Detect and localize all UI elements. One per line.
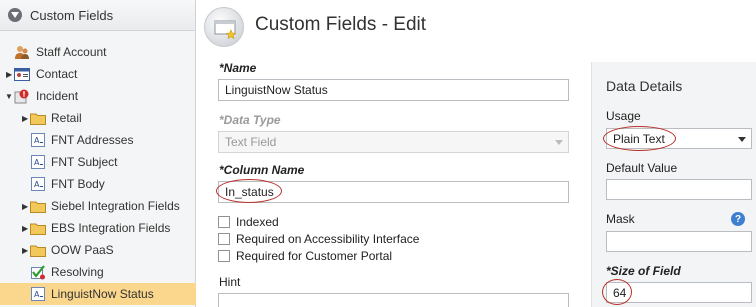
edit-panel: Custom Fields - Edit *Name LinguistNow S…	[197, 0, 756, 307]
tree-item-label: Resolving	[51, 265, 104, 279]
staff-account-icon	[14, 45, 30, 60]
custom-fields-tree: Staff Account ▶ Contact ▼ Incident ▶ Ret…	[0, 41, 196, 305]
tree-item-label: Incident	[36, 89, 79, 103]
folder-icon	[30, 199, 46, 214]
required-accessibility-label: Required on Accessibility Interface	[236, 232, 420, 246]
name-input[interactable]: LinguistNow Status	[218, 79, 569, 101]
incident-icon	[14, 89, 30, 104]
tree-item-incident[interactable]: ▼ Incident	[0, 85, 196, 107]
tree-item-resolving[interactable]: Resolving	[0, 261, 196, 283]
tree-item-fnt-body[interactable]: A FNT Body	[0, 173, 196, 195]
annotation-oval	[603, 126, 676, 151]
tree-item-fnt-subject[interactable]: A FNT Subject	[0, 151, 196, 173]
svg-text:A: A	[34, 180, 40, 189]
data-type-select: Text Field	[218, 131, 569, 153]
tree-item-label: FNT Body	[51, 177, 105, 191]
tree-item-fnt-addresses[interactable]: A FNT Addresses	[0, 129, 196, 151]
data-type-label: *Data Type	[219, 113, 281, 127]
custom-fields-navigator: Custom Fields Staff Account ▶ Contact ▼ …	[0, 0, 196, 307]
help-icon[interactable]: ?	[731, 212, 745, 226]
navigator-title: Custom Fields	[30, 7, 114, 23]
hint-input[interactable]	[218, 293, 569, 307]
tree-item-ebs-integration-fields[interactable]: ▶ EBS Integration Fields	[0, 217, 196, 239]
tree-item-contact[interactable]: ▶ Contact	[0, 63, 196, 85]
tree-item-label: EBS Integration Fields	[51, 221, 171, 235]
folder-icon	[30, 221, 46, 236]
name-label: *Name	[219, 61, 257, 75]
text-field-icon: A	[30, 155, 46, 170]
expand-arrow-icon[interactable]: ▶	[22, 246, 30, 255]
text-field-icon: A	[30, 177, 46, 192]
required-customer-portal-checkbox[interactable]	[218, 250, 230, 262]
tree-item-label: Contact	[36, 67, 78, 81]
data-type-value: Text Field	[225, 135, 277, 149]
tree-item-label: FNT Subject	[51, 155, 118, 169]
svg-text:A: A	[34, 290, 40, 299]
tree-item-siebel-integration-fields[interactable]: ▶ Siebel Integration Fields	[0, 195, 196, 217]
size-of-field-label: *Size of Field	[606, 264, 681, 278]
tree-item-label: Retail	[51, 111, 82, 125]
tree-item-retail[interactable]: ▶ Retail	[0, 107, 196, 129]
tree-item-label: Staff Account	[36, 45, 107, 59]
mask-label: Mask	[606, 212, 635, 226]
collapse-chevron-icon[interactable]	[8, 8, 22, 22]
expand-arrow-icon[interactable]: ▶	[22, 202, 30, 211]
checkbox-field-icon	[30, 264, 46, 280]
required-accessibility-checkbox[interactable]	[218, 233, 230, 245]
data-details-panel: Data Details Usage Plain Text Default Va…	[591, 62, 756, 307]
annotation-oval	[602, 279, 632, 305]
svg-text:A: A	[34, 136, 40, 145]
tree-item-linguistnow-status[interactable]: A LinguistNow Status	[0, 283, 196, 305]
text-field-icon: A	[30, 287, 46, 302]
collapse-arrow-icon[interactable]: ▼	[5, 92, 13, 101]
svg-text:A: A	[34, 158, 40, 167]
tree-item-oow-paas[interactable]: ▶ OOW PaaS	[0, 239, 196, 261]
data-details-title: Data Details	[606, 78, 683, 94]
expand-arrow-icon[interactable]: ▶	[22, 114, 30, 123]
default-value-input[interactable]	[606, 179, 752, 200]
contact-card-icon	[14, 67, 30, 82]
folder-icon	[30, 111, 46, 126]
dropdown-arrow-icon	[555, 140, 563, 145]
default-value-label: Default Value	[606, 161, 678, 175]
expand-arrow-icon[interactable]: ▶	[6, 70, 14, 79]
folder-icon	[30, 243, 46, 258]
indexed-checkbox[interactable]	[218, 216, 230, 228]
column-name-label: *Column Name	[219, 163, 305, 177]
tree-item-label: Siebel Integration Fields	[51, 199, 180, 213]
dropdown-arrow-icon	[738, 137, 746, 142]
indexed-label: Indexed	[236, 215, 279, 229]
hint-label: Hint	[219, 275, 241, 289]
mask-input[interactable]	[606, 231, 752, 252]
text-field-icon: A	[30, 133, 46, 148]
tree-item-label: LinguistNow Status	[51, 287, 154, 301]
navigator-header[interactable]: Custom Fields	[0, 0, 195, 31]
tree-item-staff-account[interactable]: Staff Account	[0, 41, 196, 63]
expand-arrow-icon[interactable]: ▶	[22, 224, 30, 233]
required-customer-portal-label: Required for Customer Portal	[236, 249, 393, 263]
tree-item-label: OOW PaaS	[51, 243, 114, 257]
page-title: Custom Fields - Edit	[255, 14, 427, 35]
annotation-oval	[216, 179, 282, 203]
tree-item-label: FNT Addresses	[51, 133, 134, 147]
custom-field-edit-icon	[204, 7, 244, 47]
usage-label: Usage	[606, 109, 641, 123]
